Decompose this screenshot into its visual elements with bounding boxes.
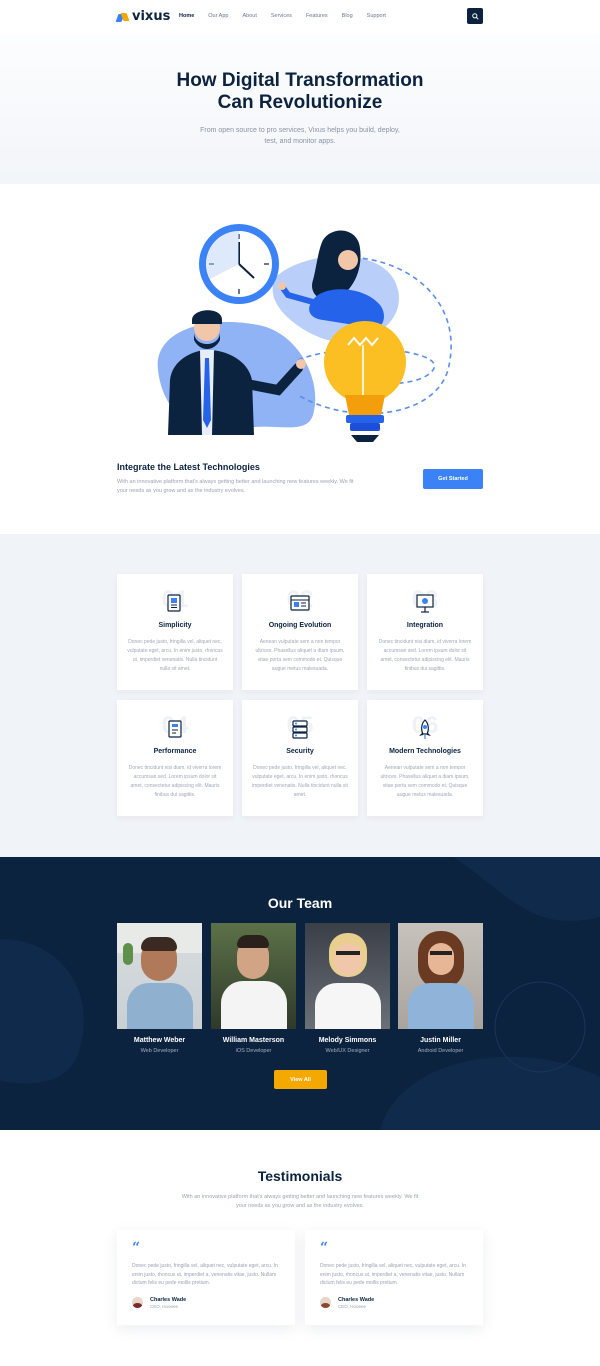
avatar [320, 1297, 331, 1308]
feature-title: Security [286, 748, 314, 755]
digital-transformation-illustration [157, 224, 452, 442]
team-member-role: Web Developer [140, 1048, 179, 1054]
quote-icon: “ [320, 1240, 329, 1256]
team-member-name: William Masterson [222, 1037, 285, 1044]
testimonials-title: Testimonials [257, 1168, 343, 1184]
team-member-name: Justin Miller [420, 1037, 461, 1044]
server-icon [292, 720, 308, 739]
team-member-photo [211, 923, 296, 1029]
testimonial-card: “ Donec pede justo, fringilla vel, aliqu… [305, 1230, 483, 1325]
hero-title-line1: How Digital Transformation [176, 70, 424, 91]
integrate-title: Integrate the Latest Technologies [117, 462, 260, 472]
avatar [132, 1297, 143, 1308]
nav-features[interactable]: Features [306, 13, 328, 19]
feature-title: Modern Technologies [389, 748, 461, 755]
feature-card-simplicity: 01 Simplicity Donec pede justo, fringill… [117, 574, 233, 690]
team-member-role: Android Developer [417, 1048, 464, 1054]
testimonial-role: CEO, Hooeee [338, 1304, 367, 1309]
feature-desc: Donec tincidunt nisi diam, id viverra lo… [378, 639, 472, 672]
team-member-name: Matthew Weber [133, 1037, 186, 1044]
feature-desc: Aenean vulputate sem a non tempor ultric… [255, 639, 345, 672]
quote-icon: “ [132, 1240, 141, 1256]
team-member-name: Melody Simmons [318, 1037, 377, 1044]
search-icon [471, 12, 479, 20]
document-icon [167, 594, 181, 612]
testimonial-role: CEO, Hooeee [150, 1304, 179, 1309]
team-title: Our Team [267, 895, 333, 911]
rocket-icon [419, 719, 431, 739]
feature-desc: Donec tincidunt nisi diam, id viverra lo… [128, 765, 222, 798]
testimonial-author: Charles Wade [338, 1297, 375, 1303]
feature-title: Simplicity [158, 622, 192, 629]
team-member-card[interactable]: Justin Miller Android Developer [398, 923, 483, 1054]
testimonial-text: Donec pede justo, fringilla vel, aliquet… [132, 1263, 278, 1286]
lightbulb-icon [324, 321, 406, 442]
team-member-card[interactable]: William Masterson iOS Developer [211, 923, 296, 1054]
feature-title: Ongoing Evolution [268, 622, 332, 629]
clock-icon [199, 224, 279, 304]
search-button[interactable] [467, 8, 483, 24]
integrate-text: With an innovative platform that's alway… [117, 479, 354, 494]
nav-our-app[interactable]: Our App [208, 13, 228, 19]
testimonials-subtitle: With an innovative platform that's alway… [181, 1194, 419, 1209]
team-member-card[interactable]: Matthew Weber Web Developer [117, 923, 202, 1054]
feature-desc: Donec pede justo, fringilla vel, aliquet… [127, 639, 223, 672]
logo-text: vixus [132, 9, 171, 24]
nav-about[interactable]: About [242, 13, 256, 19]
team-member-role: Web/UX Designer [325, 1048, 370, 1054]
feature-title: Integration [406, 622, 444, 629]
get-started-button[interactable]: Get Started [423, 469, 483, 489]
main-nav: Home Our App About Services Features Blo… [179, 13, 400, 19]
team-member-role: iOS Developer [235, 1048, 272, 1054]
team-member-card[interactable]: Melody Simmons Web/UX Designer [305, 923, 390, 1054]
logo[interactable]: vixus [115, 9, 171, 24]
feature-card-integration: 03 Integration Donec tincidunt nisi diam… [367, 574, 483, 690]
feature-card-performance: 04 Performance Donec tincidunt nisi diam… [117, 700, 233, 816]
testimonial-text: Donec pede justo, fringilla vel, aliquet… [320, 1263, 466, 1286]
nav-blog[interactable]: Blog [342, 13, 353, 19]
nav-services[interactable]: Services [271, 13, 292, 19]
nav-home[interactable]: Home [179, 13, 194, 19]
nav-support[interactable]: Support [367, 13, 386, 19]
hero-title: How Digital Transformation Can Revolutio… [0, 70, 600, 114]
feature-desc: Aenean vulputate sem a non tempor ultric… [380, 765, 470, 798]
feature-desc: Donec pede justo, fringilla vel, aliquet… [252, 765, 348, 798]
testimonial-author: Charles Wade [150, 1297, 187, 1303]
presentation-icon [416, 594, 434, 613]
team-member-photo [398, 923, 483, 1029]
feature-title: Performance [153, 748, 197, 755]
hero-title-line2: Can Revolutionize [217, 92, 383, 113]
team-member-photo [305, 923, 390, 1029]
logo-mark-icon [115, 12, 130, 22]
team-member-photo [117, 923, 202, 1029]
feature-card-security: 05 Security Donec pede justo, fringilla … [242, 700, 358, 816]
feature-card-ongoing-evolution: 02 Ongoing Evolution Aenean vulputate se… [242, 574, 358, 690]
view-all-button[interactable]: View All [274, 1070, 327, 1089]
browser-code-icon [290, 595, 310, 611]
site-header: vixus Home Our App About Services Featur… [0, 0, 600, 34]
testimonial-card: “ Donec pede justo, fringilla vel, aliqu… [117, 1230, 295, 1325]
feature-card-modern-technologies: 06 Modern Technologies Aenean vulputate … [367, 700, 483, 816]
checklist-icon [168, 720, 182, 738]
team-section: Our Team Matthew Weber Web Developer Wil… [0, 857, 600, 1130]
hero-subtitle: From open source to pro services, Vixus … [200, 127, 400, 145]
